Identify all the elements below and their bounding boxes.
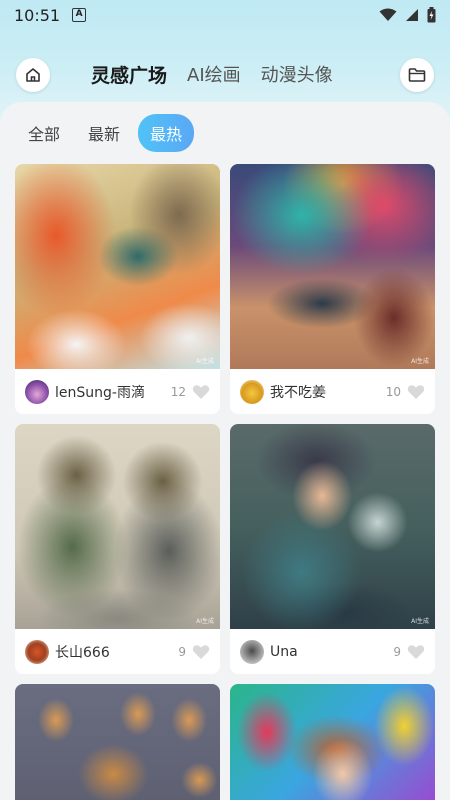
artwork-image[interactable]: AI生成 <box>15 424 220 629</box>
card-meta: lenSung-雨滴 12 <box>15 369 220 414</box>
signal-icon <box>406 9 418 21</box>
avatar[interactable] <box>240 379 264 404</box>
like-count: 12 <box>170 384 186 399</box>
avatar[interactable] <box>240 639 264 664</box>
main-tabs: 灵感广场 AI绘画 动漫头像 <box>91 62 333 90</box>
tab-inspiration-square[interactable]: 灵感广场 <box>91 62 167 90</box>
content-panel: 全部 最新 最热 AI生成 lenSung-雨滴 12 AI生成 我不吃姜 10… <box>0 102 450 800</box>
work-card[interactable]: AI生成 我不吃姜 10 <box>230 164 435 414</box>
header: 灵感广场 AI绘画 动漫头像 <box>0 58 450 94</box>
like-count: 10 <box>385 384 401 399</box>
filter-tabs: 全部 最新 最热 <box>18 114 195 152</box>
shiba-artwork <box>15 684 220 800</box>
notification-a-icon: A <box>72 8 87 22</box>
filter-all[interactable]: 全部 <box>18 115 70 151</box>
battery-icon <box>427 7 436 23</box>
tab-ai-painting[interactable]: AI绘画 <box>187 62 241 90</box>
username[interactable]: lenSung-雨滴 <box>55 382 171 402</box>
work-card[interactable]: AI生成 lenSung-雨滴 12 <box>15 164 220 414</box>
status-time: 10:51 <box>14 5 61 25</box>
heart-icon[interactable] <box>407 384 425 400</box>
artwork-image[interactable] <box>230 684 435 800</box>
username[interactable]: Una <box>270 644 393 660</box>
artwork-image[interactable]: AI生成 <box>230 164 435 369</box>
anime-boy-artwork <box>230 684 435 800</box>
avatar[interactable] <box>25 379 49 404</box>
ai-generated-badge: AI生成 <box>411 358 429 365</box>
wifi-icon <box>379 8 397 21</box>
ai-generated-badge: AI生成 <box>196 358 214 365</box>
work-card[interactable]: AI生成 长山666 9 <box>15 424 220 674</box>
folder-button[interactable] <box>400 58 434 92</box>
work-card[interactable]: AI生成 Una 9 <box>230 424 435 674</box>
heart-icon[interactable] <box>192 644 210 660</box>
like-count: 9 <box>393 644 401 659</box>
tab-anime-avatar[interactable]: 动漫头像 <box>261 62 333 90</box>
status-bar: 10:51 A <box>0 0 450 30</box>
artwork-image[interactable]: AI生成 <box>230 424 435 629</box>
avatar[interactable] <box>25 639 49 664</box>
folder-icon <box>408 68 426 82</box>
username[interactable]: 长山666 <box>55 642 178 662</box>
home-button[interactable] <box>16 58 50 92</box>
username[interactable]: 我不吃姜 <box>270 382 386 402</box>
ai-generated-badge: AI生成 <box>196 618 214 625</box>
heart-icon[interactable] <box>407 644 425 660</box>
heart-icon[interactable] <box>192 384 210 400</box>
ai-generated-badge: AI生成 <box>411 618 429 625</box>
home-icon <box>26 68 40 82</box>
card-meta: 长山666 9 <box>15 629 220 674</box>
artwork-image[interactable] <box>15 684 220 800</box>
card-meta: 我不吃姜 10 <box>230 369 435 414</box>
card-meta: Una 9 <box>230 629 435 674</box>
like-count: 9 <box>178 644 186 659</box>
artwork-image[interactable]: AI生成 <box>15 164 220 369</box>
filter-latest[interactable]: 最新 <box>78 115 130 151</box>
filter-hottest[interactable]: 最热 <box>138 114 195 152</box>
